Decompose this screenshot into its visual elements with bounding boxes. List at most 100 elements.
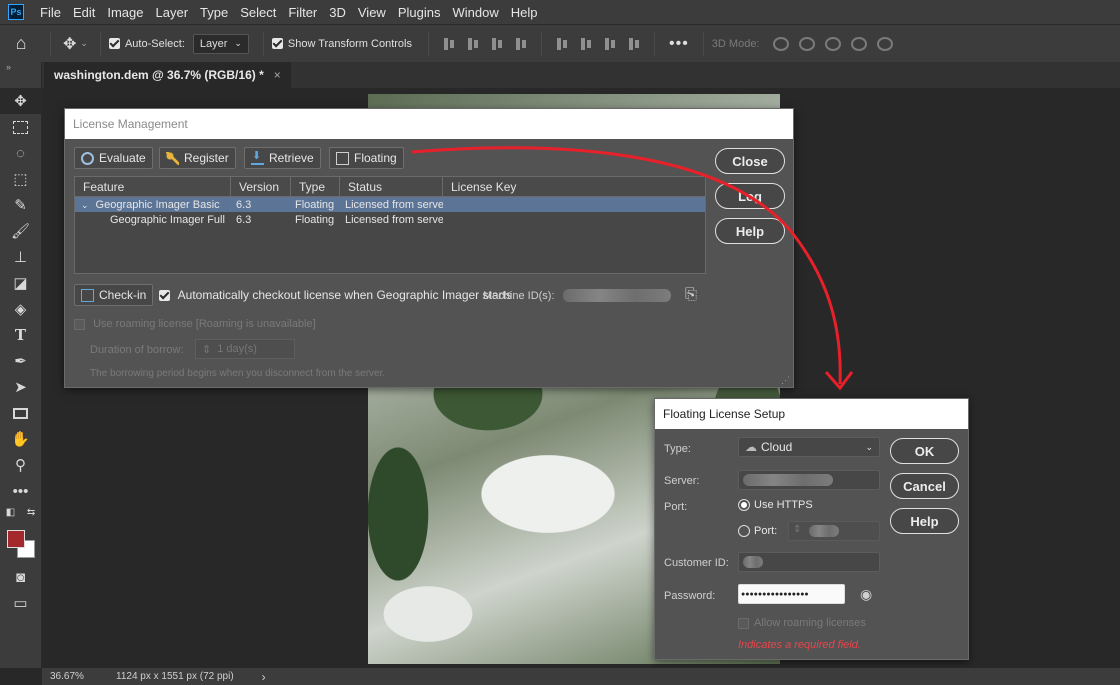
document-tab[interactable]: washington.dem @ 36.7% (RGB/16) * × (44, 62, 291, 88)
resize-grip-icon[interactable]: ⋰ (781, 375, 790, 386)
type-tool[interactable]: T (0, 322, 41, 348)
status-cell: Licensed from server (345, 198, 443, 211)
use-roaming-license-checkbox[interactable]: Use roaming license [Roaming is unavaila… (74, 318, 316, 330)
3d-pan-icon[interactable] (824, 36, 841, 51)
3d-orbit-icon[interactable] (772, 36, 789, 51)
rectangular-marquee-icon (13, 120, 28, 134)
edit-toolbar-button[interactable]: ••• (0, 478, 41, 504)
duration-of-borrow-stepper[interactable]: ⇕ 1 day(s) (195, 339, 295, 359)
align-vertical-centers-icon[interactable] (579, 37, 593, 51)
table-row[interactable]: ⌄ Geographic Imager Basic 6.3 Floating Li… (75, 197, 705, 212)
screen-mode-button[interactable]: ▭ (0, 590, 41, 616)
retrieve-button[interactable]: Retrieve (244, 147, 321, 169)
column-header-type[interactable]: Type (291, 177, 340, 196)
close-button[interactable]: Close (715, 148, 785, 174)
floating-button[interactable]: Floating (329, 147, 404, 169)
align-left-edges-icon[interactable] (442, 37, 456, 51)
zoom-tool[interactable]: ⚲ (0, 452, 41, 478)
move-tool-preset-picker[interactable]: ✥ ⌄ (59, 34, 92, 54)
column-header-feature[interactable]: Feature (75, 177, 231, 196)
path-selection-tool[interactable]: ➤ (0, 374, 41, 400)
column-header-version[interactable]: Version (231, 177, 291, 196)
brush-tool[interactable]: 🖌 (0, 218, 41, 244)
help-button[interactable]: Help (715, 218, 785, 244)
eye-icon[interactable]: ◉ (860, 586, 872, 603)
auto-checkout-checkbox[interactable]: Automatically checkout license when Geog… (159, 288, 512, 302)
auto-select-target-dropdown[interactable]: Layer ⌄ (192, 33, 249, 54)
menu-3d[interactable]: 3D (323, 5, 352, 20)
help-button[interactable]: Help (890, 508, 959, 534)
password-input[interactable]: ●●●●●●●●●●●●●●●● (738, 584, 845, 604)
check-in-button[interactable]: Check-in (74, 284, 154, 306)
column-header-license-key[interactable]: License Key (443, 177, 705, 196)
menu-layer[interactable]: Layer (150, 5, 195, 20)
default-colors-icon[interactable]: ◧ (6, 507, 15, 518)
menu-type[interactable]: Type (194, 5, 234, 20)
menu-view[interactable]: View (352, 5, 392, 20)
allow-roaming-checkbox[interactable]: Allow roaming licenses (738, 617, 866, 629)
port-label: Port: (664, 501, 688, 513)
cancel-button[interactable]: Cancel (890, 473, 959, 499)
server-input[interactable] (738, 470, 880, 490)
menu-plugins[interactable]: Plugins (392, 5, 447, 20)
swap-colors-icon[interactable]: ⇆ (27, 507, 35, 518)
copy-icon[interactable]: ⎘ (685, 286, 697, 303)
collapse-chevron-icon[interactable]: ⌄ (81, 200, 89, 210)
distribute-vertical-icon[interactable] (514, 37, 528, 51)
object-selection-tool[interactable]: ⬚ (0, 166, 41, 192)
foreground-color-swatch[interactable] (7, 530, 25, 548)
zoom-level[interactable]: 36.67% (42, 671, 108, 682)
menu-filter[interactable]: Filter (282, 5, 323, 20)
quick-mask-button[interactable]: ◙ (0, 564, 41, 590)
photoshop-logo-icon[interactable]: Ps (8, 4, 24, 20)
use-https-radio[interactable]: Use HTTPS (738, 499, 813, 512)
align-top-edges-icon[interactable] (555, 37, 569, 51)
menu-help[interactable]: Help (505, 5, 544, 20)
eraser-tool[interactable]: ◪ (0, 270, 41, 296)
menu-window[interactable]: Window (446, 5, 504, 20)
port-number-input[interactable]: ⇕ (788, 521, 880, 541)
dialog-title: Floating License Setup (655, 399, 968, 429)
column-header-status[interactable]: Status (340, 177, 443, 196)
show-transform-controls-checkbox[interactable]: Show Transform Controls (271, 38, 412, 50)
status-menu-arrow-icon[interactable]: › (262, 670, 266, 684)
close-icon[interactable]: × (274, 68, 281, 82)
align-bottom-edges-icon[interactable] (603, 37, 617, 51)
use-https-label: Use HTTPS (754, 499, 813, 511)
port-radio[interactable]: Port: (738, 525, 777, 538)
paint-bucket-tool[interactable]: ◈ (0, 296, 41, 322)
ok-button[interactable]: OK (890, 438, 959, 464)
use-roaming-label: Use roaming license [Roaming is unavaila… (93, 318, 316, 330)
move-tool[interactable]: ✥ (0, 88, 41, 114)
evaluate-button[interactable]: Evaluate (74, 147, 153, 169)
customer-id-input[interactable] (738, 552, 880, 572)
lasso-tool[interactable]: ◌ (0, 140, 41, 166)
table-row[interactable]: Geographic Imager Full 6.3 Floating Lice… (75, 212, 705, 227)
3d-scale-icon[interactable] (876, 36, 893, 51)
3d-slide-icon[interactable] (850, 36, 867, 51)
hand-tool[interactable]: ✋ (0, 426, 41, 452)
auto-select-target-value: Layer (199, 37, 228, 50)
auto-select-checkbox[interactable]: Auto-Select: (108, 38, 185, 50)
menu-image[interactable]: Image (101, 5, 149, 20)
align-right-edges-icon[interactable] (490, 37, 504, 51)
3d-roll-icon[interactable] (798, 36, 815, 51)
menu-edit[interactable]: Edit (67, 5, 101, 20)
register-button[interactable]: Register (159, 147, 236, 169)
home-icon[interactable]: ⌂ (0, 33, 42, 54)
customer-id-value-redacted (743, 556, 763, 568)
pen-tool[interactable]: ✒ (0, 348, 41, 374)
more-options-icon[interactable]: ••• (669, 35, 689, 53)
marquee-tool[interactable] (0, 114, 41, 140)
menu-file[interactable]: File (34, 5, 67, 20)
healing-brush-tool[interactable]: ✎ (0, 192, 41, 218)
collapse-panel-icon[interactable]: » (0, 62, 41, 74)
log-button[interactable]: Log (715, 183, 785, 209)
menu-select[interactable]: Select (234, 5, 282, 20)
rectangle-tool[interactable] (0, 400, 41, 426)
stamp-tool[interactable]: ⊥ (0, 244, 41, 270)
align-horizontal-centers-icon[interactable] (466, 37, 480, 51)
distribute-horizontal-icon[interactable] (627, 37, 641, 51)
type-dropdown[interactable]: ☁ Cloud ⌄ (738, 437, 880, 457)
swap-colors-row[interactable]: ◧ ⇆ (0, 504, 41, 520)
